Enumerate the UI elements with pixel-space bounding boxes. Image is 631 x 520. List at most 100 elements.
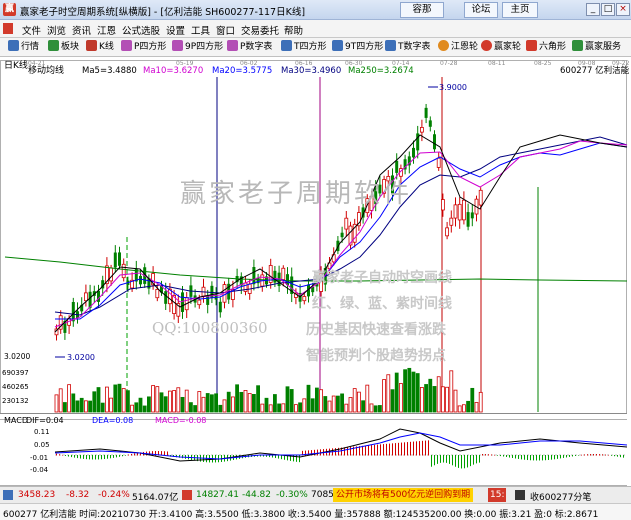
volume-bar <box>344 403 349 413</box>
macd-histogram-bar <box>536 455 537 461</box>
app-logo-icon: 赢 <box>3 3 16 16</box>
macd-histogram-bar <box>86 455 87 460</box>
macd-histogram-bar <box>452 455 453 466</box>
tool-p-square-button[interactable]: P四方形 <box>121 40 166 55</box>
volume-bar <box>222 399 227 413</box>
macd-histogram-bar <box>596 454 597 456</box>
menu-news[interactable]: 资讯 <box>72 23 91 37</box>
hexagon-icon <box>526 40 537 51</box>
macd-histogram-bar <box>164 451 165 456</box>
period-label: 日K线 <box>4 59 28 71</box>
macd-histogram-bar <box>539 455 540 461</box>
menu-help[interactable]: 帮助 <box>284 23 303 37</box>
tool-p-number-table-button[interactable]: P数字表 <box>227 40 272 55</box>
menu-tools[interactable]: 工具 <box>191 23 210 37</box>
sh-index-value[interactable]: 3458.23 <box>18 490 55 500</box>
menu-formula[interactable]: 公式选股 <box>122 23 160 37</box>
menu-window[interactable]: 窗口 <box>216 23 235 37</box>
tool-9p-square-button[interactable]: 9P四方形 <box>172 40 223 55</box>
macd-histogram-bar <box>404 442 405 456</box>
macd-histogram-bar <box>500 455 501 457</box>
macd-histogram-bar <box>524 455 525 460</box>
menu-gann[interactable]: 江恩 <box>97 23 116 37</box>
p-number-table-icon <box>227 40 238 51</box>
volume-bar <box>327 400 332 413</box>
menu-file[interactable]: 文件 <box>22 23 41 37</box>
volume-bar <box>466 400 471 413</box>
volume-bar <box>264 397 269 413</box>
candle-body-down <box>466 212 470 227</box>
t-square-icon <box>281 40 292 51</box>
maximize-button[interactable]: □ <box>601 3 615 16</box>
sz-index-pct: -0.30% <box>276 490 308 500</box>
macd-histogram-bar <box>572 455 573 457</box>
macd-histogram-bar <box>545 455 546 461</box>
sz-index-value[interactable]: 14827.41 <box>196 490 239 500</box>
volume-bar <box>113 384 118 413</box>
news-ticker[interactable]: 公开市场将有500亿元逆回购到期 <box>333 488 474 502</box>
overlay-line-1: 赢家老子自动时空画线 <box>312 269 452 286</box>
tick-detail-button[interactable]: 收600277分笔 <box>530 490 591 503</box>
volume-bar <box>289 389 294 413</box>
menu-browse[interactable]: 浏览 <box>47 23 66 37</box>
menu-settings[interactable]: 设置 <box>166 23 185 37</box>
macd-histogram-bar <box>518 455 519 459</box>
volume-bar <box>188 402 193 413</box>
macd-histogram-bar <box>437 455 438 464</box>
macd-histogram-bar <box>407 442 408 456</box>
volume-bar <box>126 390 130 413</box>
macd-histogram-bar <box>578 455 579 456</box>
macd-histogram-bar <box>599 454 600 456</box>
index-status-bar: 3458.23 -8.32 -0.24% 5164.07亿 14827.41 -… <box>0 486 631 503</box>
volume-bar <box>361 400 366 413</box>
volume-bar <box>390 389 395 413</box>
macd-histogram-bar <box>299 455 300 463</box>
tool-label: 六角形 <box>539 42 567 52</box>
macd-histogram-bar <box>134 453 135 456</box>
candle-body-up <box>109 267 113 282</box>
volume-bar <box>445 386 450 413</box>
macd-histogram-bar <box>317 449 318 456</box>
macd-histogram-bar <box>413 441 414 456</box>
link-button-0[interactable]: 容那 <box>400 2 444 18</box>
link-button-home[interactable]: 主页 <box>502 2 538 18</box>
candle-body-up <box>302 296 307 302</box>
link-button-forum[interactable]: 论坛 <box>464 2 498 18</box>
tool-hexagon-button[interactable]: 六角形 <box>526 40 566 55</box>
tool-gann-wheel-button[interactable]: 江恩轮 <box>438 40 478 55</box>
kline-chart-panel[interactable]: 日K线 移动均线 Ma5=3.4880 Ma10=3.6270 Ma20=3.5… <box>0 57 631 486</box>
macd-histogram-bar <box>623 455 624 458</box>
tool-blocks-button[interactable]: 板块 <box>48 40 79 55</box>
macd-histogram-bar <box>614 455 615 457</box>
close-button[interactable]: × <box>616 3 630 16</box>
tool-t-square-button[interactable]: T四方形 <box>281 40 327 55</box>
minimize-button[interactable]: _ <box>586 3 600 16</box>
tool-t-number-table-button[interactable]: T数字表 <box>385 40 431 55</box>
candle-body-up <box>344 217 349 230</box>
window-title: 赢家老子时空周期系统[纵横版] - [亿利洁能 SH600277-117日K线] <box>20 7 306 18</box>
candle-body-up <box>440 199 445 211</box>
tool-kline-button[interactable]: K线 <box>86 40 114 55</box>
macd-histogram-bar <box>476 455 477 464</box>
volume-bar <box>167 390 172 413</box>
tool-winner-wheel-button[interactable]: 赢家轮 <box>481 40 521 55</box>
volume-bar <box>352 388 357 413</box>
tool-quotes-button[interactable]: 行情 <box>8 40 39 55</box>
menu-trade[interactable]: 交易委托 <box>241 23 279 37</box>
volume-bar <box>306 384 311 413</box>
macd-histogram-bar <box>380 444 381 456</box>
sh-index-change: -8.32 <box>66 490 90 500</box>
macd-histogram-bar <box>377 444 378 456</box>
menu-app-icon[interactable] <box>3 23 13 34</box>
tool-service-button[interactable]: 赢家服务 <box>572 40 621 55</box>
volume-bar <box>79 397 84 413</box>
candle-body-down <box>395 160 399 173</box>
macd-histogram-bar <box>410 441 411 456</box>
tool-9t-square-button[interactable]: 9T四方形 <box>332 40 383 55</box>
candle-body-up <box>461 199 466 221</box>
volume-bar <box>205 393 210 413</box>
macd-histogram-bar <box>554 455 555 460</box>
candle-body-up <box>281 267 286 280</box>
volume-bar <box>54 394 59 413</box>
volume-bar <box>348 397 353 413</box>
